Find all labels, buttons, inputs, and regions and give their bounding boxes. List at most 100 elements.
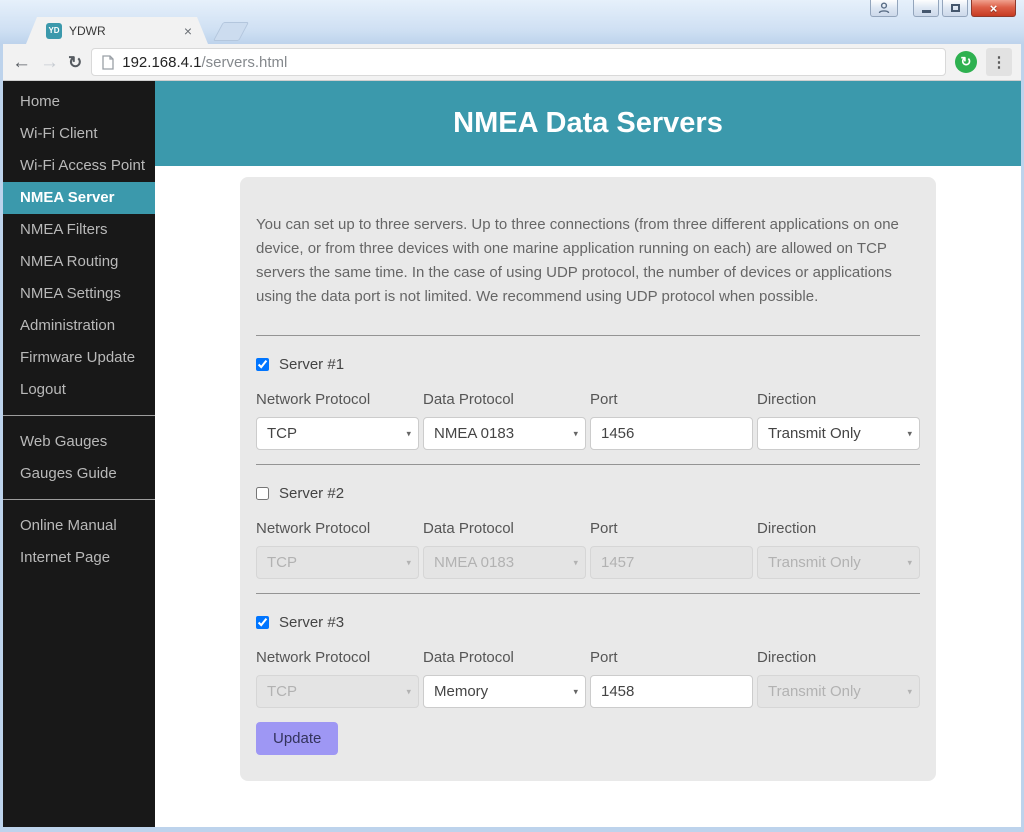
chevron-down-icon: ▾ — [907, 557, 912, 567]
extension-icon[interactable]: ↻ — [955, 51, 977, 73]
sidebar-item-nmea-server[interactable]: NMEA Server — [3, 182, 155, 214]
network-protocol-label: Network Protocol — [256, 649, 371, 666]
network-protocol-select: TCP ▾ — [256, 546, 419, 579]
sidebar: Home Wi-Fi Client Wi-Fi Access Point NME… — [3, 81, 155, 827]
port-input[interactable] — [590, 417, 753, 450]
server-checkbox-row: Server #1 — [256, 356, 920, 373]
new-tab-button[interactable] — [212, 22, 250, 41]
data-protocol-select[interactable]: Memory ▾ — [423, 675, 586, 708]
server2-enabled-checkbox[interactable] — [256, 487, 269, 500]
sidebar-divider — [3, 415, 155, 416]
direction-select: Transmit Only ▾ — [757, 675, 920, 708]
direction-label: Direction — [757, 391, 817, 408]
port-label: Port — [590, 520, 618, 537]
main-panel: NMEA Data Servers You can set up to thre… — [155, 81, 1021, 827]
select-value: TCP — [267, 425, 297, 442]
select-value: TCP — [267, 554, 297, 571]
server1-enabled-checkbox[interactable] — [256, 358, 269, 371]
page-icon — [102, 54, 114, 70]
forward-button: → — [40, 51, 59, 73]
fields-row: TCP ▾ Memory ▾ Transmit Only ▾ — [256, 675, 920, 708]
update-button[interactable]: Update — [256, 722, 339, 755]
server-checkbox-row: Server #2 — [256, 485, 920, 502]
sidebar-item-nmea-routing[interactable]: NMEA Routing — [3, 246, 155, 278]
page-content: Home Wi-Fi Client Wi-Fi Access Point NME… — [3, 81, 1021, 827]
chevron-down-icon: ▾ — [406, 686, 411, 696]
data-protocol-select[interactable]: NMEA 0183 ▾ — [423, 417, 586, 450]
server3-enabled-checkbox[interactable] — [256, 616, 269, 629]
field-labels-row: Network Protocol Data Protocol Port Dire… — [256, 649, 920, 666]
direction-label: Direction — [757, 520, 817, 537]
browser-tab[interactable]: YD YDWR × — [26, 17, 208, 44]
url-host: 192.168.4.1 — [122, 53, 202, 71]
chevron-down-icon: ▾ — [907, 686, 912, 696]
close-button[interactable]: × — [971, 0, 1016, 17]
direction-select[interactable]: Transmit Only ▾ — [757, 417, 920, 450]
close-icon: × — [989, 0, 998, 16]
server-label: Server #1 — [279, 356, 345, 373]
sidebar-item-web-gauges[interactable]: Web Gauges — [3, 426, 155, 458]
minimize-button[interactable] — [913, 0, 939, 17]
section-divider — [256, 335, 920, 336]
sidebar-item-firmware-update[interactable]: Firmware Update — [3, 342, 155, 374]
select-value: Transmit Only — [768, 554, 861, 571]
section-divider — [256, 464, 920, 465]
minimize-icon — [921, 10, 931, 13]
network-protocol-select: TCP ▾ — [256, 675, 419, 708]
sidebar-item-administration[interactable]: Administration — [3, 310, 155, 342]
menu-button[interactable]: ⋮ — [986, 48, 1012, 76]
select-value: NMEA 0183 — [434, 425, 515, 442]
person-icon — [878, 2, 890, 14]
tab-close-icon[interactable]: × — [182, 24, 194, 38]
chevron-down-icon: ▾ — [573, 557, 578, 567]
page-title: NMEA Data Servers — [453, 107, 723, 139]
port-input[interactable] — [590, 675, 753, 708]
section-divider — [256, 593, 920, 594]
server-checkbox-row: Server #3 — [256, 614, 920, 631]
url-text: 192.168.4.1/servers.html — [122, 54, 287, 71]
data-protocol-label: Data Protocol — [423, 649, 514, 666]
sidebar-item-nmea-filters[interactable]: NMEA Filters — [3, 214, 155, 246]
server-section-2: Server #2 Network Protocol Data Protocol… — [256, 485, 920, 579]
window-controls: × — [870, 0, 1016, 17]
direction-select: Transmit Only ▾ — [757, 546, 920, 579]
select-value: Transmit Only — [768, 425, 861, 442]
sidebar-item-logout[interactable]: Logout — [3, 374, 155, 406]
back-button[interactable]: ← — [12, 53, 31, 72]
sidebar-item-wifi-client[interactable]: Wi-Fi Client — [3, 118, 155, 150]
sidebar-item-internet-page[interactable]: Internet Page — [3, 542, 155, 574]
fields-row: TCP ▾ NMEA 0183 ▾ Transmit Only ▾ — [256, 417, 920, 450]
server-section-3: Server #3 Network Protocol Data Protocol… — [256, 614, 920, 755]
select-value: NMEA 0183 — [434, 554, 515, 571]
sidebar-item-online-manual[interactable]: Online Manual — [3, 510, 155, 542]
url-path: /servers.html — [201, 53, 288, 71]
reload-button[interactable]: ↻ — [68, 54, 82, 71]
intro-text: You can set up to three servers. Up to t… — [256, 216, 899, 305]
fields-row: TCP ▾ NMEA 0183 ▾ Transmit Only ▾ — [256, 546, 920, 579]
network-protocol-select[interactable]: TCP ▾ — [256, 417, 419, 450]
network-protocol-label: Network Protocol — [256, 391, 371, 408]
data-protocol-select: NMEA 0183 ▾ — [423, 546, 586, 579]
maximize-button[interactable] — [942, 0, 968, 17]
tab-title: YDWR — [69, 23, 106, 38]
address-bar[interactable]: 192.168.4.1/servers.html — [91, 48, 946, 76]
sidebar-item-nmea-settings[interactable]: NMEA Settings — [3, 278, 155, 310]
field-labels-row: Network Protocol Data Protocol Port Dire… — [256, 391, 920, 408]
port-label: Port — [590, 391, 618, 408]
data-protocol-label: Data Protocol — [423, 391, 514, 408]
profile-button[interactable] — [870, 0, 898, 17]
chevron-down-icon: ▾ — [406, 428, 411, 438]
sidebar-item-wifi-access-point[interactable]: Wi-Fi Access Point — [3, 150, 155, 182]
browser-window: × YD YDWR × ← → ↻ 192.168.4.1/servers.ht… — [0, 0, 1024, 832]
chevron-down-icon: ▾ — [573, 686, 578, 696]
server-label: Server #3 — [279, 614, 345, 631]
chevron-down-icon: ▾ — [573, 428, 578, 438]
field-labels-row: Network Protocol Data Protocol Port Dire… — [256, 520, 920, 537]
sidebar-item-gauges-guide[interactable]: Gauges Guide — [3, 458, 155, 490]
sidebar-item-home[interactable]: Home — [3, 86, 155, 118]
page-header: NMEA Data Servers — [155, 81, 1021, 166]
chevron-down-icon: ▾ — [907, 428, 912, 438]
port-input — [590, 546, 753, 579]
browser-toolbar: ← → ↻ 192.168.4.1/servers.html ↻ ⋮ — [3, 44, 1021, 81]
data-protocol-label: Data Protocol — [423, 520, 514, 537]
